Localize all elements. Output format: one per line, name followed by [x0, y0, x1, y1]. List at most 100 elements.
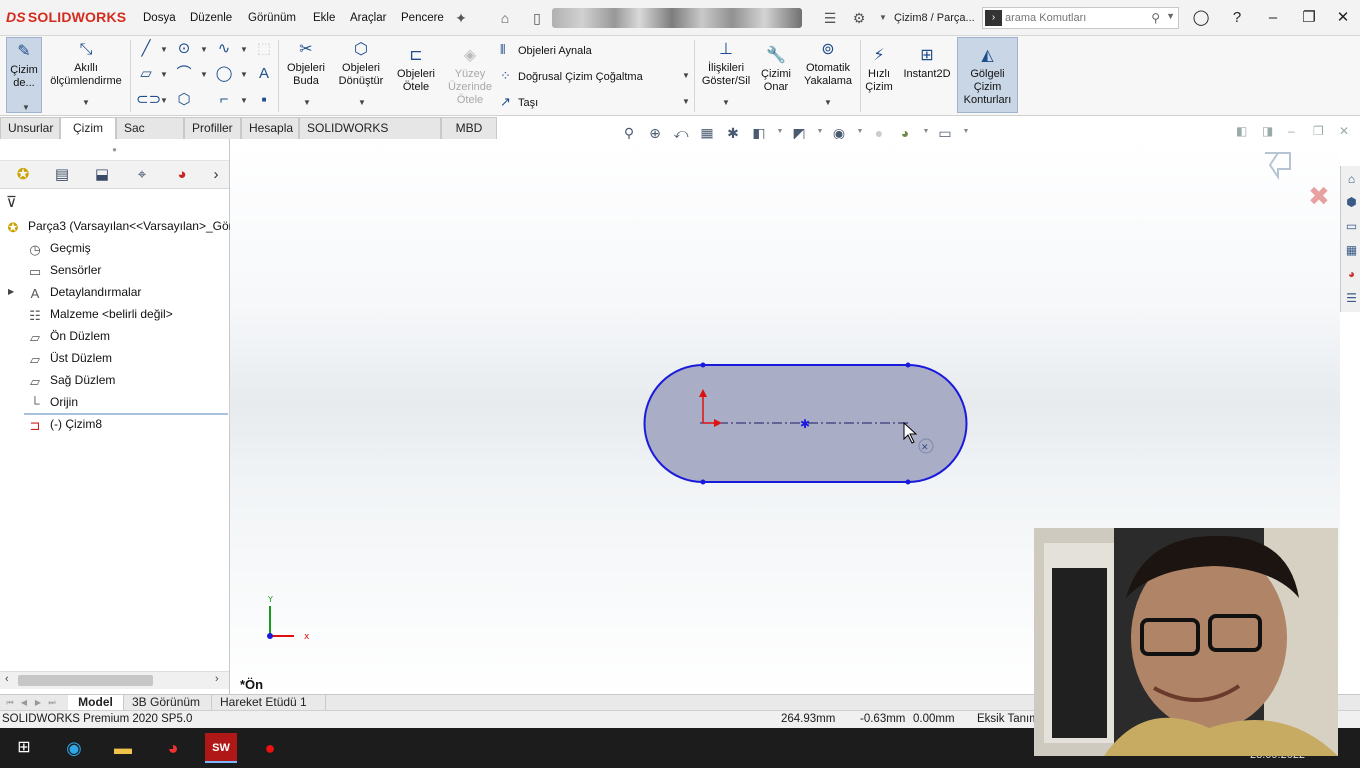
menu-file[interactable]: Dosya — [143, 12, 176, 24]
custom-properties-icon[interactable]: ☰ — [1343, 290, 1360, 307]
prev-tab-icon[interactable]: ◀ — [18, 697, 30, 709]
solidworks-resources-icon[interactable]: ⌂ — [1343, 171, 1360, 188]
close-button[interactable]: ✕ — [1333, 8, 1353, 28]
tab-mbd[interactable]: MBD — [441, 117, 497, 139]
tile-left-icon[interactable]: ◧ — [1236, 124, 1247, 138]
next-tab-icon[interactable]: ▶ — [32, 697, 44, 709]
convert-entities-button[interactable]: ⬡ Objeleri Dönüştür — [334, 40, 388, 88]
home-icon[interactable]: ⌂ — [496, 9, 514, 27]
shaded-sketch-contours-button[interactable]: ◭ Gölgeli Çizim Konturları — [957, 37, 1018, 113]
quick-access-toolbar[interactable] — [552, 8, 802, 28]
chevron-down-icon[interactable]: ▼ — [958, 124, 974, 140]
filter-icon[interactable]: ⊽ — [6, 193, 17, 211]
search-input[interactable] — [1005, 10, 1153, 26]
fillet-icon[interactable]: ⌐ — [214, 90, 234, 110]
arc-icon[interactable]: ⌒ — [174, 64, 194, 84]
minimize-button[interactable]: – — [1263, 8, 1283, 28]
chevron-down-icon[interactable]: ▼ — [824, 98, 832, 107]
slot-endpoint[interactable] — [905, 479, 911, 485]
restore-button[interactable]: ❐ — [1299, 8, 1319, 28]
tab-evaluate[interactable]: Hesapla — [241, 117, 299, 139]
slot-endpoint[interactable] — [700, 479, 706, 485]
instant2d-button[interactable]: ⊞ Instant2D — [900, 46, 954, 81]
rectangle-icon[interactable]: ▱ — [136, 64, 156, 84]
tree-item-material[interactable]: ☷ Malzeme <belirli değil> — [26, 304, 173, 324]
chevron-down-icon[interactable]: ▼ — [812, 124, 828, 140]
chevron-down-icon[interactable]: ▼ — [240, 96, 248, 105]
tab-sheet-metal[interactable]: Sac Levha — [116, 117, 184, 155]
tree-root-part[interactable]: ✪ Parça3 (Varsayılan<<Varsayılan>_Gör — [4, 216, 233, 236]
tab-motion-study[interactable]: Hareket Etüdü 1 — [214, 695, 326, 711]
point-icon[interactable]: ■ — [254, 90, 274, 110]
solidworks-taskbar-icon[interactable]: SW — [205, 733, 237, 763]
menu-edit[interactable]: Düzenle — [190, 12, 232, 24]
chevron-right-icon[interactable]: › — [205, 164, 227, 186]
menu-window[interactable]: Pencere — [401, 12, 444, 24]
scroll-thumb[interactable] — [18, 675, 153, 686]
chevron-down-icon[interactable]: ▼ — [852, 124, 868, 140]
options-list-icon[interactable]: ☰ — [821, 9, 839, 27]
help-icon[interactable]: ? — [1227, 8, 1247, 28]
feature-tree-tab-icon[interactable]: ✪ — [12, 164, 34, 186]
chevron-down-icon[interactable]: ▼ — [772, 124, 788, 140]
doc-restore-button[interactable]: ❐ — [1313, 124, 1324, 138]
confirm-exit-sketch-icon[interactable] — [1265, 152, 1291, 181]
chevron-down-icon[interactable]: ▼ — [200, 45, 208, 54]
chevron-down-icon[interactable]: ▼ — [303, 98, 311, 107]
pin-icon[interactable]: ✦ — [452, 9, 470, 27]
file-explorer-icon[interactable]: ▭ — [1343, 218, 1360, 235]
first-tab-icon[interactable]: ⏮ — [4, 697, 16, 709]
solidworks-logo[interactable]: DS SOLIDWORKS — [6, 9, 126, 25]
chevron-down-icon[interactable]: ▼ — [874, 9, 892, 27]
configuration-manager-tab-icon[interactable]: ⬓ — [91, 164, 113, 186]
doc-minimize-button[interactable]: – — [1288, 124, 1295, 138]
tree-item-origin[interactable]: └ Orijin — [26, 392, 78, 412]
tab-3d-view[interactable]: 3B Görünüm — [126, 695, 212, 711]
tree-item-annotations[interactable]: A Detaylandırmalar — [26, 282, 142, 302]
menu-insert[interactable]: Ekle — [313, 12, 335, 24]
polygon-icon[interactable]: ⬡ — [174, 90, 194, 110]
chevron-down-icon[interactable]: ▼ — [722, 98, 730, 107]
menu-view[interactable]: Görünüm — [248, 12, 296, 24]
smart-dimension-button[interactable]: ⤡ Akıllı ölçümlendirme — [46, 40, 126, 88]
tab-sketch[interactable]: Çizim — [60, 117, 116, 139]
command-search[interactable]: › ⚲ ▼ — [982, 7, 1179, 29]
tree-item-sensors[interactable]: ▭ Sensörler — [26, 260, 102, 280]
chevron-down-icon[interactable]: ▼ — [1166, 11, 1175, 21]
panel-grip[interactable]: ● — [0, 139, 229, 161]
slot-endpoint[interactable] — [700, 362, 706, 368]
trim-entities-button[interactable]: ✂ Objeleri Buda — [284, 40, 328, 88]
circle-point-icon[interactable]: ⊙ — [174, 39, 194, 59]
user-icon[interactable]: ◯ — [1191, 8, 1211, 28]
chevron-down-icon[interactable]: ▼ — [682, 97, 690, 106]
chevron-down-icon[interactable]: ▼ — [160, 45, 168, 54]
chevron-down-icon[interactable]: ▼ — [918, 124, 934, 140]
chevron-down-icon[interactable]: ▼ — [240, 45, 248, 54]
chevron-down-icon[interactable]: ▼ — [240, 70, 248, 79]
chevron-down-icon[interactable]: ▼ — [160, 96, 168, 105]
slot-icon[interactable]: ⊂⊃ — [136, 90, 161, 110]
display-manager-tab-icon[interactable]: ◕ — [171, 164, 193, 186]
quick-snaps-button[interactable]: ⊚ Otomatik Yakalama — [800, 40, 856, 88]
repair-sketch-button[interactable]: 🔧 Çizimi Onar — [758, 46, 794, 94]
design-library-icon[interactable]: ⬢ — [1343, 194, 1360, 211]
tab-profiles[interactable]: Profiller — [184, 117, 241, 139]
tab-solidworks-addins[interactable]: SOLIDWORKS Eklentileri — [299, 117, 441, 155]
file-explorer-icon[interactable]: ▬ — [107, 733, 139, 763]
tile-right-icon[interactable]: ◨ — [1262, 124, 1273, 138]
chevron-down-icon[interactable]: ▼ — [200, 70, 208, 79]
move-entities-button[interactable]: ↗ Taşı — [500, 94, 538, 110]
linear-pattern-button[interactable]: ⁘ Doğrusal Çizim Çoğaltma — [500, 68, 643, 84]
midpoint-marker[interactable]: ✱ — [800, 417, 810, 431]
rapid-sketch-button[interactable]: ⚡ Hızlı Çizim — [864, 46, 894, 94]
slot-endpoint[interactable] — [905, 362, 911, 368]
chevron-down-icon[interactable]: ▼ — [82, 98, 90, 107]
chevron-down-icon[interactable]: ▼ — [682, 71, 690, 80]
mirror-entities-button[interactable]: ⫴ Objeleri Aynala — [500, 42, 592, 58]
offset-entities-button[interactable]: ⊏ Objeleri Ötele — [392, 46, 440, 94]
spline-icon[interactable]: ∿ — [214, 39, 234, 59]
tab-features[interactable]: Unsurlar — [0, 117, 60, 139]
property-manager-tab-icon[interactable]: ▤ — [51, 164, 73, 186]
windows-start-icon[interactable]: ⊞ — [8, 733, 40, 763]
gear-icon[interactable]: ⚙ — [850, 9, 868, 27]
